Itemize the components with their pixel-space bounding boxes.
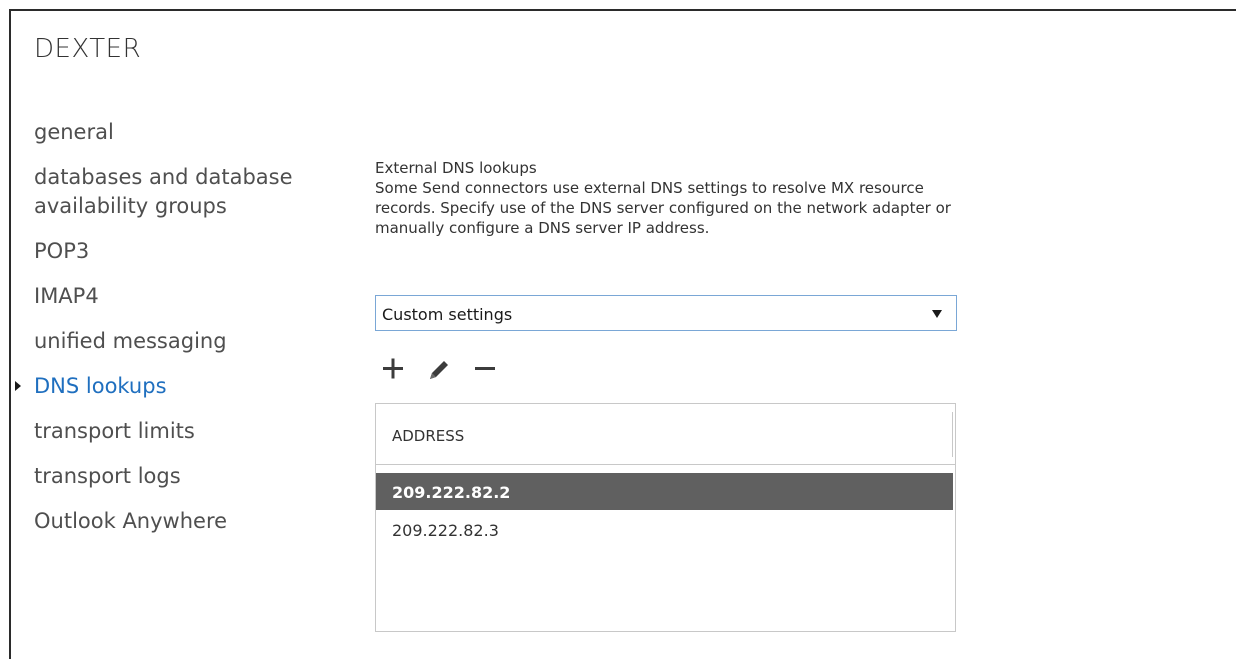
section-description: Some Send connectors use external DNS se… [375, 179, 951, 237]
sidebar-item-label: POP3 [34, 239, 90, 263]
sidebar-item-transport-limits[interactable]: transport limits [34, 417, 334, 446]
edit-button[interactable] [422, 352, 456, 386]
address-table: ADDRESS 209.222.82.2 209.222.82.3 [375, 403, 956, 632]
sidebar-item-pop3[interactable]: POP3 [34, 237, 334, 266]
sidebar-item-transport-logs[interactable]: transport logs [34, 462, 334, 491]
remove-button[interactable] [469, 352, 503, 386]
address-cell: 209.222.82.3 [392, 521, 499, 540]
pencil-icon [430, 361, 448, 379]
select-value: Custom settings [382, 305, 513, 324]
add-button[interactable] [377, 352, 411, 386]
sidebar-nav: general databases and database availabil… [15, 118, 334, 552]
sidebar-item-dns-lookups[interactable]: DNS lookups [15, 372, 334, 401]
selected-arrow-icon [15, 381, 21, 391]
dns-settings-select[interactable]: Custom settings [375, 295, 957, 331]
section-title: External DNS lookups [375, 159, 537, 177]
sidebar-item-label: transport limits [34, 419, 195, 443]
table-row[interactable]: 209.222.82.2 [376, 473, 953, 510]
table-row[interactable]: 209.222.82.3 [376, 511, 953, 548]
external-dns-section: External DNS lookups Some Send connector… [375, 158, 965, 238]
sidebar-item-label: DNS lookups [34, 374, 167, 398]
sidebar-item-imap4[interactable]: IMAP4 [34, 282, 334, 311]
chevron-down-icon [932, 310, 942, 318]
page-title: DEXTER [34, 34, 142, 64]
column-divider [952, 412, 953, 457]
sidebar-item-label: databases and database availability grou… [34, 165, 293, 218]
address-cell: 209.222.82.2 [392, 483, 511, 502]
minus-icon [475, 367, 495, 370]
sidebar-item-general[interactable]: general [34, 118, 334, 147]
sidebar-item-label: unified messaging [34, 329, 227, 353]
sidebar-item-label: general [34, 120, 114, 144]
sidebar-item-unified-messaging[interactable]: unified messaging [34, 327, 334, 356]
sidebar-item-outlook-anywhere[interactable]: Outlook Anywhere [34, 507, 334, 536]
sidebar-item-label: IMAP4 [34, 284, 99, 308]
sidebar-item-label: transport logs [34, 464, 181, 488]
sidebar-item-label: Outlook Anywhere [34, 509, 228, 533]
plus-icon [383, 358, 403, 379]
address-column-header[interactable]: ADDRESS [376, 404, 955, 465]
sidebar-item-databases[interactable]: databases and database availability grou… [34, 163, 334, 221]
column-header-label: ADDRESS [392, 427, 465, 445]
